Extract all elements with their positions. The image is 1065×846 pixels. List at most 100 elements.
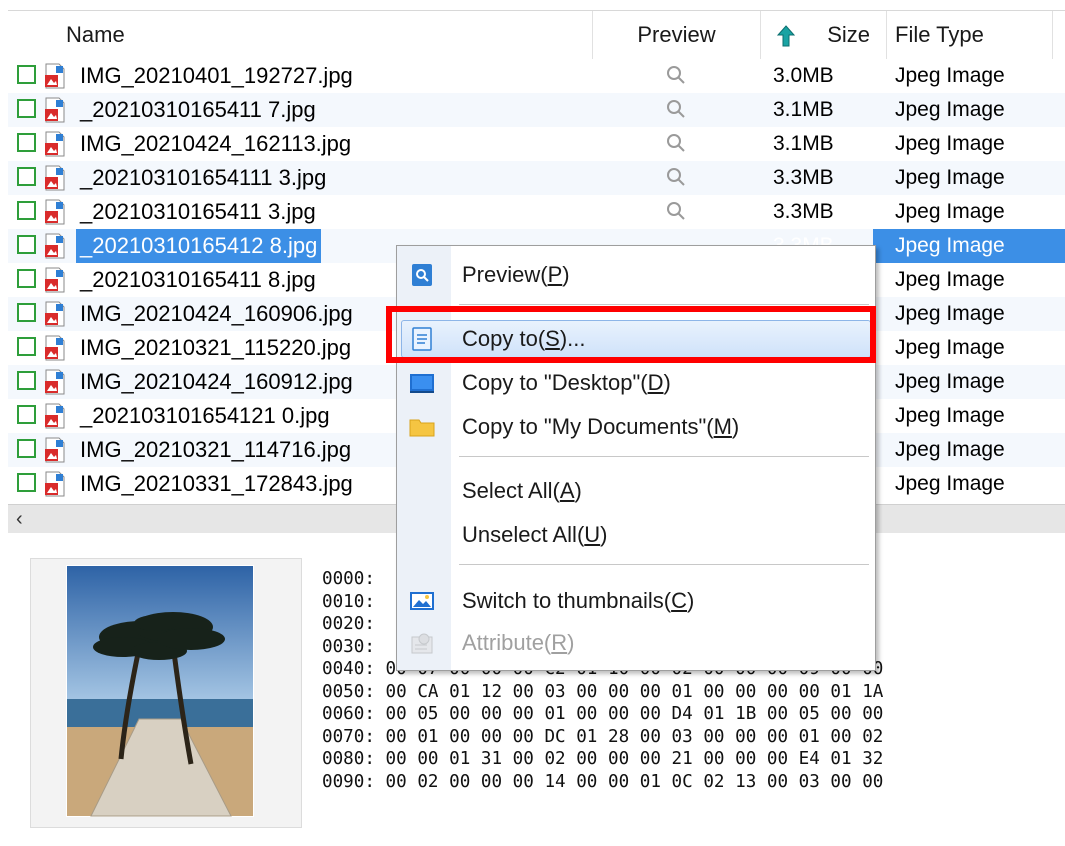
menu-label: Preview(P) [462, 262, 570, 287]
file-name: _202103101654111 3.jpg [80, 165, 327, 190]
menu-label: Attribute(R) [462, 630, 575, 655]
menu-label: Select All(A) [462, 478, 582, 503]
thumbnails-icon [410, 592, 434, 610]
jpeg-file-icon [44, 97, 66, 123]
menu-label: Copy to "My Documents"(M) [462, 414, 740, 439]
hex-line: 0090: 00 02 00 00 00 14 00 00 01 0C 02 1… [322, 771, 884, 792]
attribute-icon [411, 633, 433, 654]
column-header-preview[interactable]: Preview [593, 11, 761, 59]
highlight-annotation-box [386, 306, 876, 363]
file-type: Jpeg Image [895, 98, 1005, 121]
jpeg-file-icon [44, 131, 66, 157]
file-size: 3.3MB [773, 166, 834, 189]
hex-line: 0050: 00 CA 01 12 00 03 00 00 00 01 00 0… [322, 681, 884, 702]
file-type: Jpeg Image [895, 370, 1005, 393]
jpeg-file-icon [44, 165, 66, 191]
jpeg-file-icon [44, 335, 66, 361]
menu-item-copy-to-my-documents[interactable]: Copy to "My Documents"(M) [397, 406, 875, 448]
preview-magnifier-icon[interactable] [666, 99, 686, 119]
photo-thumbnail [66, 565, 254, 817]
sort-ascending-icon [777, 25, 795, 47]
table-row[interactable]: IMG_20210424_162113.jpg 3.1MB Jpeg Image [8, 127, 1065, 161]
table-row[interactable]: _20210310165411 3.jpg 3.3MB Jpeg Image [8, 195, 1065, 229]
list-header: Name Preview Size File Type [8, 11, 1065, 59]
hex-line: 0080: 00 00 01 31 00 02 00 00 00 21 00 0… [322, 749, 884, 769]
column-header-name[interactable]: Name [8, 11, 593, 59]
jpeg-file-icon [44, 471, 66, 497]
file-size: 3.0MB [773, 64, 834, 87]
row-checkbox[interactable] [17, 371, 36, 390]
file-type: Jpeg Image [895, 200, 1005, 223]
jpeg-file-icon [44, 369, 66, 395]
menu-label: Switch to thumbnails(C) [462, 588, 695, 613]
menu-label: Copy to "Desktop"(D) [462, 370, 671, 395]
preview-magnifier-icon[interactable] [666, 167, 686, 187]
file-size: 3.1MB [773, 98, 834, 121]
file-recovery-window: Name Preview Size File Type IMG_20210401… [0, 0, 1065, 846]
file-type: Jpeg Image [895, 438, 1005, 461]
file-type: Jpeg Image [895, 302, 1005, 325]
file-name: _20210310165412 8.jpg [76, 229, 322, 263]
row-checkbox[interactable] [17, 167, 36, 186]
row-checkbox[interactable] [17, 439, 36, 458]
jpeg-file-icon [44, 437, 66, 463]
file-type: Jpeg Image [895, 268, 1005, 291]
desktop-icon [410, 374, 434, 393]
row-checkbox[interactable] [17, 65, 36, 84]
file-size: 3.3MB [773, 200, 834, 223]
column-header-size[interactable]: Size [761, 11, 887, 59]
row-checkbox[interactable] [17, 473, 36, 492]
jpeg-file-icon [44, 403, 66, 429]
scroll-left-icon[interactable]: ‹ [16, 505, 23, 533]
row-checkbox[interactable] [17, 269, 36, 288]
row-checkbox[interactable] [17, 405, 36, 424]
file-type: Jpeg Image [895, 132, 1005, 155]
file-name: IMG_20210321_115220.jpg [80, 335, 352, 360]
preview-magnifier-icon[interactable] [666, 65, 686, 85]
jpeg-file-icon [44, 63, 66, 89]
file-name: IMG_20210331_172843.jpg [80, 471, 353, 496]
preview-magnifier-icon[interactable] [666, 133, 686, 153]
jpeg-file-icon [44, 301, 66, 327]
file-type: Jpeg Image [895, 166, 1005, 189]
menu-item-preview[interactable]: Preview(P) [397, 254, 875, 296]
file-type: Jpeg Image [895, 404, 1005, 427]
row-checkbox[interactable] [17, 133, 36, 152]
menu-separator [459, 564, 869, 565]
table-row[interactable]: IMG_20210401_192727.jpg 3.0MB Jpeg Image [8, 59, 1065, 93]
file-type: Jpeg Image [895, 234, 1005, 257]
menu-separator [459, 456, 869, 457]
jpeg-file-icon [44, 267, 66, 293]
menu-item-switch-to-thumbnails[interactable]: Switch to thumbnails(C) [397, 580, 875, 622]
column-header-file-type[interactable]: File Type [887, 11, 1053, 59]
menu-separator [459, 304, 869, 305]
row-checkbox[interactable] [17, 303, 36, 322]
image-preview-panel [30, 558, 302, 828]
row-checkbox[interactable] [17, 99, 36, 118]
file-type: Jpeg Image [895, 472, 1005, 495]
file-size: 3.1MB [773, 132, 834, 155]
row-checkbox[interactable] [17, 201, 36, 220]
file-name: _202103101654121 0.jpg [80, 403, 330, 428]
table-row[interactable]: _202103101654111 3.jpg 3.3MB Jpeg Image [8, 161, 1065, 195]
file-name: IMG_20210424_162113.jpg [80, 131, 352, 156]
file-name: IMG_20210401_192727.jpg [80, 63, 353, 88]
file-name: _20210310165411 7.jpg [80, 97, 316, 122]
file-name: _20210310165411 3.jpg [80, 199, 316, 224]
table-row[interactable]: _20210310165411 7.jpg 3.1MB Jpeg Image [8, 93, 1065, 127]
file-name: IMG_20210424_160912.jpg [80, 369, 353, 394]
menu-item-attribute: Attribute(R) [397, 622, 875, 664]
file-name: _20210310165411 8.jpg [80, 267, 316, 292]
preview-magnifier-icon[interactable] [666, 201, 686, 221]
hex-line: 0070: 00 01 00 00 00 DC 01 28 00 03 00 0… [322, 726, 884, 747]
row-checkbox[interactable] [17, 235, 36, 254]
menu-item-unselect-all[interactable]: Unselect All(U) [397, 514, 875, 556]
menu-item-copy-to-desktop[interactable]: Copy to "Desktop"(D) [397, 362, 875, 404]
jpeg-file-icon [44, 233, 66, 259]
menu-item-select-all[interactable]: Select All(A) [397, 470, 875, 512]
row-checkbox[interactable] [17, 337, 36, 356]
file-name: IMG_20210424_160906.jpg [80, 301, 353, 326]
size-header-label: Size [827, 22, 870, 47]
file-type: Jpeg Image [895, 336, 1005, 359]
folder-icon [409, 419, 435, 437]
